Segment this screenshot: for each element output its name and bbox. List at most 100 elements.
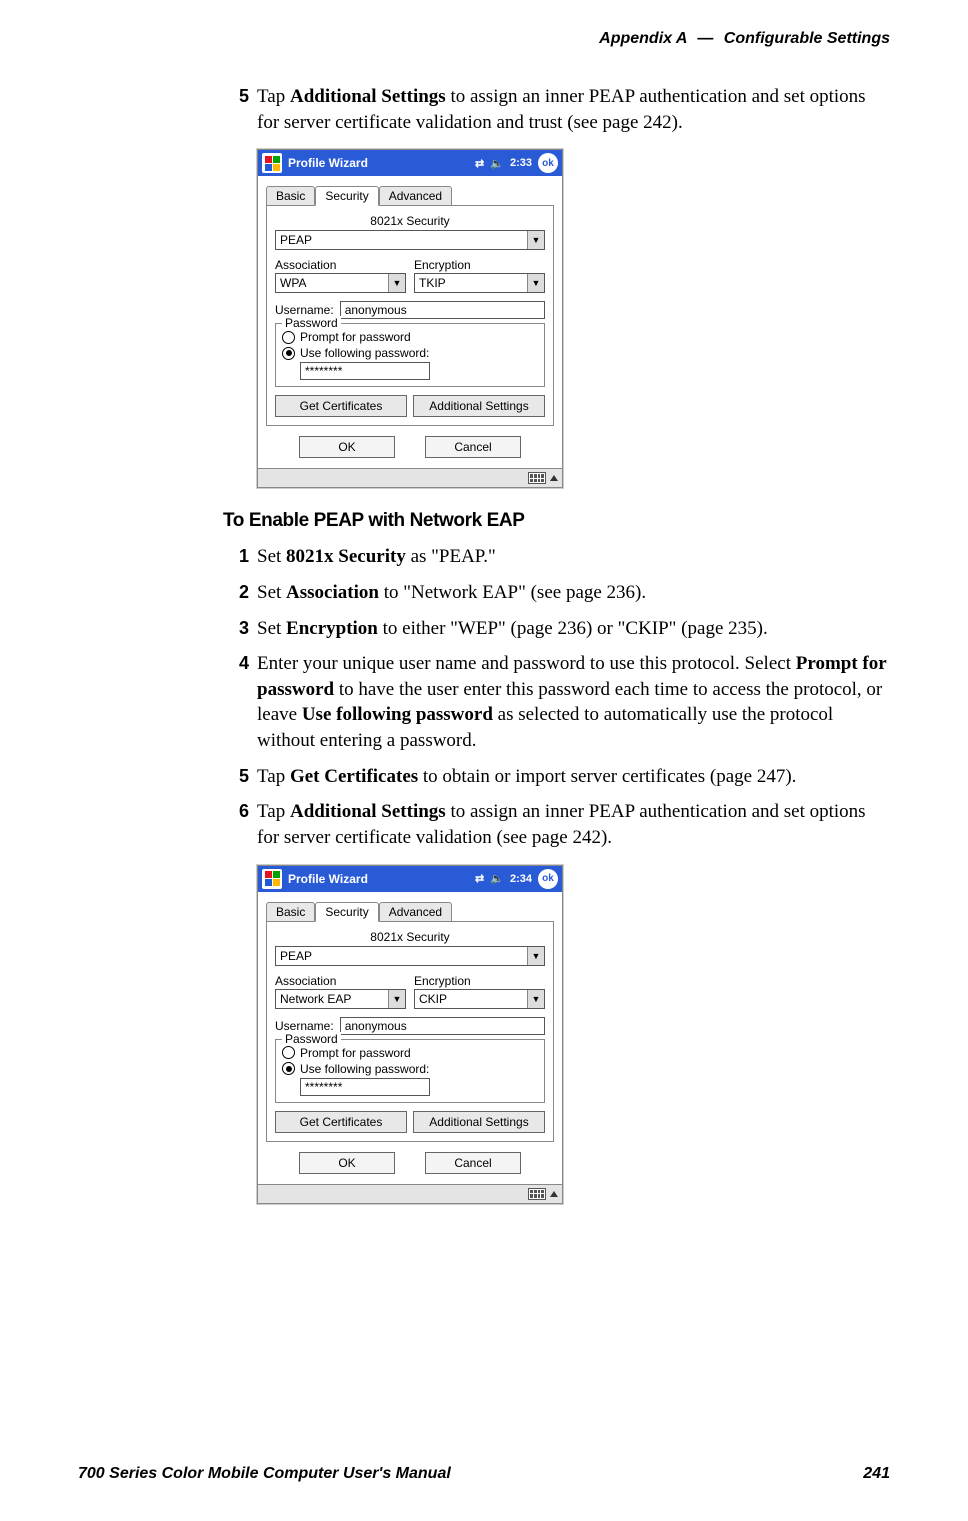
chevron-down-icon: ▼ bbox=[527, 274, 544, 292]
chevron-down-icon: ▼ bbox=[527, 947, 544, 965]
get-certificates-button[interactable]: Get Certificates bbox=[275, 1111, 407, 1133]
tab-advanced[interactable]: Advanced bbox=[379, 902, 452, 922]
titlebar: Profile Wizard ⇄ 🔈 2:33 ok bbox=[258, 150, 562, 176]
step-body: Tap Additional Settings to assign an inn… bbox=[257, 84, 890, 135]
username-input[interactable]: anonymous bbox=[340, 301, 545, 319]
step-3: 3 Set Encryption to either "WEP" (page 2… bbox=[223, 616, 890, 642]
system-tray: ⇄ 🔈 2:33 ok bbox=[475, 153, 558, 173]
window-body: Basic Security Advanced 8021x Security P… bbox=[258, 176, 562, 468]
ok-button[interactable]: OK bbox=[299, 436, 395, 458]
ok-button[interactable]: OK bbox=[299, 1152, 395, 1174]
step-2: 2 Set Association to "Network EAP" (see … bbox=[223, 580, 890, 606]
sip-bar bbox=[258, 1184, 562, 1203]
clock: 2:33 bbox=[510, 157, 532, 169]
connectivity-icon: ⇄ bbox=[475, 157, 484, 170]
speaker-icon: 🔈 bbox=[490, 157, 504, 170]
tab-advanced[interactable]: Advanced bbox=[379, 186, 452, 206]
encryption-label: Encryption bbox=[414, 258, 545, 272]
ok-button[interactable]: ok bbox=[538, 869, 558, 889]
page-footer: 700 Series Color Mobile Computer User's … bbox=[78, 1465, 890, 1483]
tab-security[interactable]: Security bbox=[315, 902, 378, 922]
heading-enable-peap: To Enable PEAP with Network EAP bbox=[223, 510, 890, 532]
username-label: Username: bbox=[275, 303, 334, 317]
password-input[interactable]: ******** bbox=[300, 1078, 430, 1096]
ok-button[interactable]: ok bbox=[538, 153, 558, 173]
8021x-security-combo[interactable]: PEAP ▼ bbox=[275, 230, 545, 250]
tabstrip: Basic Security Advanced bbox=[266, 902, 554, 922]
step-body: Set Encryption to either "WEP" (page 236… bbox=[257, 616, 890, 642]
step-number: 4 bbox=[223, 651, 249, 675]
association-combo[interactable]: WPA ▼ bbox=[275, 273, 406, 293]
combo-value: PEAP bbox=[280, 233, 312, 247]
additional-settings-button[interactable]: Additional Settings bbox=[413, 395, 545, 417]
username-input[interactable]: anonymous bbox=[340, 1017, 545, 1035]
pocketpc-window: Profile Wizard ⇄ 🔈 2:33 ok Basic Securit… bbox=[257, 149, 563, 488]
window-body: Basic Security Advanced 8021x Security P… bbox=[258, 892, 562, 1184]
step-body: Enter your unique user name and password… bbox=[257, 651, 890, 754]
text: Set bbox=[257, 618, 286, 639]
tab-security[interactable]: Security bbox=[315, 186, 378, 206]
get-certificates-button[interactable]: Get Certificates bbox=[275, 395, 407, 417]
step-number: 2 bbox=[223, 580, 249, 604]
step-body: Set Association to "Network EAP" (see pa… bbox=[257, 580, 890, 606]
text: as "PEAP." bbox=[406, 546, 496, 567]
password-fieldset: Password Prompt for password Use followi… bbox=[275, 323, 545, 387]
password-legend: Password bbox=[282, 1032, 341, 1046]
tab-basic[interactable]: Basic bbox=[266, 186, 315, 206]
figure-1: Profile Wizard ⇄ 🔈 2:33 ok Basic Securit… bbox=[257, 149, 890, 488]
8021x-security-combo[interactable]: PEAP ▼ bbox=[275, 946, 545, 966]
windows-flag-icon[interactable] bbox=[262, 153, 282, 173]
username-label: Username: bbox=[275, 1019, 334, 1033]
text: Tap bbox=[257, 801, 290, 822]
radio-prompt-password[interactable]: Prompt for password bbox=[282, 1046, 538, 1060]
encryption-combo[interactable]: CKIP ▼ bbox=[414, 989, 545, 1009]
window-title: Profile Wizard bbox=[288, 156, 475, 170]
up-arrow-icon[interactable] bbox=[550, 475, 558, 481]
keyboard-icon[interactable] bbox=[528, 1188, 546, 1200]
chevron-down-icon: ▼ bbox=[388, 274, 405, 292]
step-number: 6 bbox=[223, 799, 249, 823]
radio-use-password[interactable]: Use following password: bbox=[282, 1062, 538, 1076]
step-number: 1 bbox=[223, 544, 249, 568]
radio-label: Prompt for password bbox=[300, 330, 411, 344]
up-arrow-icon[interactable] bbox=[550, 1191, 558, 1197]
radio-icon bbox=[282, 1062, 295, 1075]
additional-settings-button[interactable]: Additional Settings bbox=[413, 1111, 545, 1133]
step-4: 4 Enter your unique user name and passwo… bbox=[223, 651, 890, 754]
association-combo[interactable]: Network EAP ▼ bbox=[275, 989, 406, 1009]
password-input[interactable]: ******** bbox=[300, 362, 430, 380]
bold: Additional Settings bbox=[290, 801, 446, 822]
windows-flag-icon[interactable] bbox=[262, 869, 282, 889]
radio-use-password[interactable]: Use following password: bbox=[282, 346, 538, 360]
step-1: 1 Set 8021x Security as "PEAP." bbox=[223, 544, 890, 570]
step-number: 5 bbox=[223, 84, 249, 108]
combo-value: TKIP bbox=[419, 276, 446, 290]
tab-basic[interactable]: Basic bbox=[266, 902, 315, 922]
radio-prompt-password[interactable]: Prompt for password bbox=[282, 330, 538, 344]
appendix-label: Appendix A bbox=[599, 30, 687, 47]
step-body: Tap Additional Settings to assign an inn… bbox=[257, 799, 890, 850]
keyboard-icon[interactable] bbox=[528, 472, 546, 484]
speaker-icon: 🔈 bbox=[490, 872, 504, 885]
association-label: Association bbox=[275, 974, 406, 988]
content-area: 5 Tap Additional Settings to assign an i… bbox=[223, 84, 890, 1204]
sip-bar bbox=[258, 468, 562, 487]
tab-panel-security: 8021x Security PEAP ▼ Association Networ… bbox=[266, 921, 554, 1142]
combo-value: Network EAP bbox=[280, 992, 351, 1006]
text: Set bbox=[257, 582, 286, 603]
cancel-button[interactable]: Cancel bbox=[425, 436, 521, 458]
bold: Get Certificates bbox=[290, 766, 418, 787]
tab-panel-security: 8021x Security PEAP ▼ Association WPA ▼ bbox=[266, 205, 554, 426]
encryption-combo[interactable]: TKIP ▼ bbox=[414, 273, 545, 293]
radio-icon bbox=[282, 331, 295, 344]
step-body: Set 8021x Security as "PEAP." bbox=[257, 544, 890, 570]
chevron-down-icon: ▼ bbox=[388, 990, 405, 1008]
step-number: 5 bbox=[223, 764, 249, 788]
titlebar: Profile Wizard ⇄ 🔈 2:34 ok bbox=[258, 866, 562, 892]
8021x-label: 8021x Security bbox=[275, 930, 545, 944]
cancel-button[interactable]: Cancel bbox=[425, 1152, 521, 1174]
bold: 8021x Security bbox=[286, 546, 406, 567]
system-tray: ⇄ 🔈 2:34 ok bbox=[475, 869, 558, 889]
chevron-down-icon: ▼ bbox=[527, 990, 544, 1008]
radio-icon bbox=[282, 1046, 295, 1059]
